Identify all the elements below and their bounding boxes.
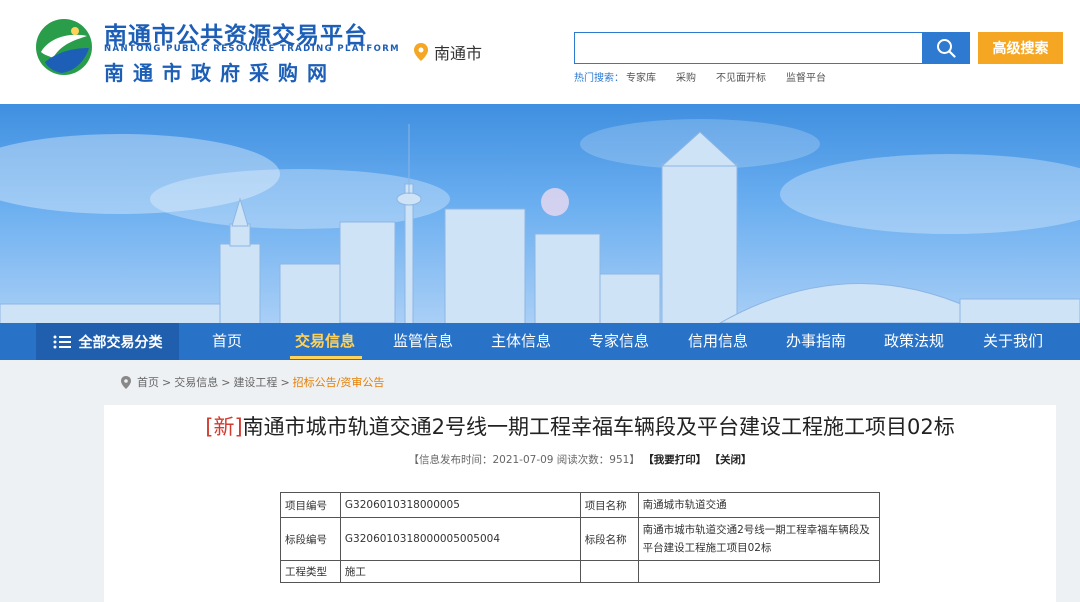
search-button[interactable] (922, 32, 970, 64)
location-pin-icon (414, 43, 428, 61)
skyline-illustration (0, 119, 1080, 323)
table-key: 项目名称 (579, 492, 639, 518)
article-meta: 【信息发布时间：2021-07-09 阅读次数：951】 【我要打印】 【关闭】 (104, 452, 1056, 467)
menu-list-icon (53, 335, 71, 348)
table-key: 标段编号 (280, 517, 341, 561)
breadcrumb-current[interactable]: 招标公告/资审公告 (293, 374, 385, 390)
procurement-site-title: 南通市政府采购网 (104, 61, 336, 85)
table-value: 南通市城市轨道交通2号线一期工程幸福车辆段及平台建设工程施工项目02标 (637, 517, 881, 561)
platform-logo-icon[interactable] (35, 18, 93, 76)
publish-info: 【信息发布时间：2021-07-09 阅读次数：951】 (408, 454, 640, 466)
breadcrumb-home[interactable]: 首页 (137, 374, 159, 390)
search-input[interactable] (574, 32, 922, 64)
nav-item-policy[interactable]: 政策法规 (884, 323, 944, 360)
close-link[interactable]: 【关闭】 (710, 454, 752, 466)
hot-search-bar: 热门搜索： 专家库 采购 不见面开标 监督平台 (574, 69, 846, 84)
nav-item-entity-info[interactable]: 主体信息 (491, 323, 551, 360)
hot-search-item[interactable]: 不见面开标 (716, 69, 766, 84)
nav-item-guide[interactable]: 办事指南 (786, 323, 846, 360)
table-key (579, 560, 639, 583)
table-value: 南通城市轨道交通 (637, 492, 881, 518)
nav-item-about[interactable]: 关于我们 (983, 323, 1043, 360)
city-skyline-banner (0, 104, 1080, 323)
location-pin-icon (121, 375, 131, 389)
hot-search-item[interactable]: 专家库 (626, 69, 656, 84)
site-header: 南通市公共资源交易平台 NANTONG PUBLIC RESOURCE TRAD… (0, 0, 1080, 104)
breadcrumb: 首页 > 交易信息 > 建设工程 > 招标公告/资审公告 (121, 374, 384, 390)
table-value: G3206010318000005005004 (339, 517, 581, 561)
new-badge: [新] (205, 415, 243, 439)
nav-item-expert-info[interactable]: 专家信息 (589, 323, 649, 360)
article-panel: [新]南通市城市轨道交通2号线一期工程幸福车辆段及平台建设工程施工项目02标 【… (104, 405, 1056, 602)
breadcrumb-trading-info[interactable]: 交易信息 (174, 374, 218, 390)
nav-item-supervision-info[interactable]: 监管信息 (393, 323, 453, 360)
city-name: 南通市 (434, 44, 483, 63)
main-nav: 全部交易分类 首页 交易信息 监管信息 主体信息 专家信息 信用信息 办事指南 … (0, 323, 1080, 360)
article-title-text: 南通市城市轨道交通2号线一期工程幸福车辆段及平台建设工程施工项目02标 (242, 415, 955, 439)
table-value: G3206010318000005 (339, 492, 581, 518)
hot-search-item[interactable]: 监督平台 (786, 69, 826, 84)
table-row: 标段编号 G3206010318000005005004 标段名称 南通市城市轨… (280, 517, 881, 561)
breadcrumb-construction[interactable]: 建设工程 (233, 374, 277, 390)
article-title: [新]南通市城市轨道交通2号线一期工程幸福车辆段及平台建设工程施工项目02标 (104, 411, 1056, 441)
platform-title-en: NANTONG PUBLIC RESOURCE TRADING PLATFORM (104, 44, 401, 54)
hot-search-label: 热门搜索： (574, 73, 624, 84)
table-row: 工程类型 施工 (280, 560, 881, 583)
all-categories-label: 全部交易分类 (78, 334, 163, 351)
nav-item-trading-info[interactable]: 交易信息 (295, 323, 355, 360)
advanced-search-button[interactable]: 高级搜索 (978, 32, 1063, 64)
table-key: 标段名称 (579, 517, 639, 561)
print-link[interactable]: 【我要打印】 (643, 454, 706, 466)
table-row: 项目编号 G3206010318000005 项目名称 南通城市轨道交通 (280, 492, 881, 518)
nav-item-home[interactable]: 首页 (212, 323, 242, 360)
all-categories-button[interactable]: 全部交易分类 (36, 323, 179, 360)
table-key: 项目编号 (280, 492, 341, 518)
table-value: 施工 (339, 560, 581, 583)
table-key: 工程类型 (280, 560, 341, 583)
search-icon (937, 39, 956, 58)
table-value (637, 560, 881, 583)
nav-active-indicator (290, 356, 362, 359)
hot-search-item[interactable]: 采购 (676, 69, 696, 84)
city-selector[interactable]: 南通市 (414, 40, 482, 64)
project-info-table: 项目编号 G3206010318000005 项目名称 南通城市轨道交通 标段编… (280, 492, 881, 583)
nav-item-credit-info[interactable]: 信用信息 (688, 323, 748, 360)
